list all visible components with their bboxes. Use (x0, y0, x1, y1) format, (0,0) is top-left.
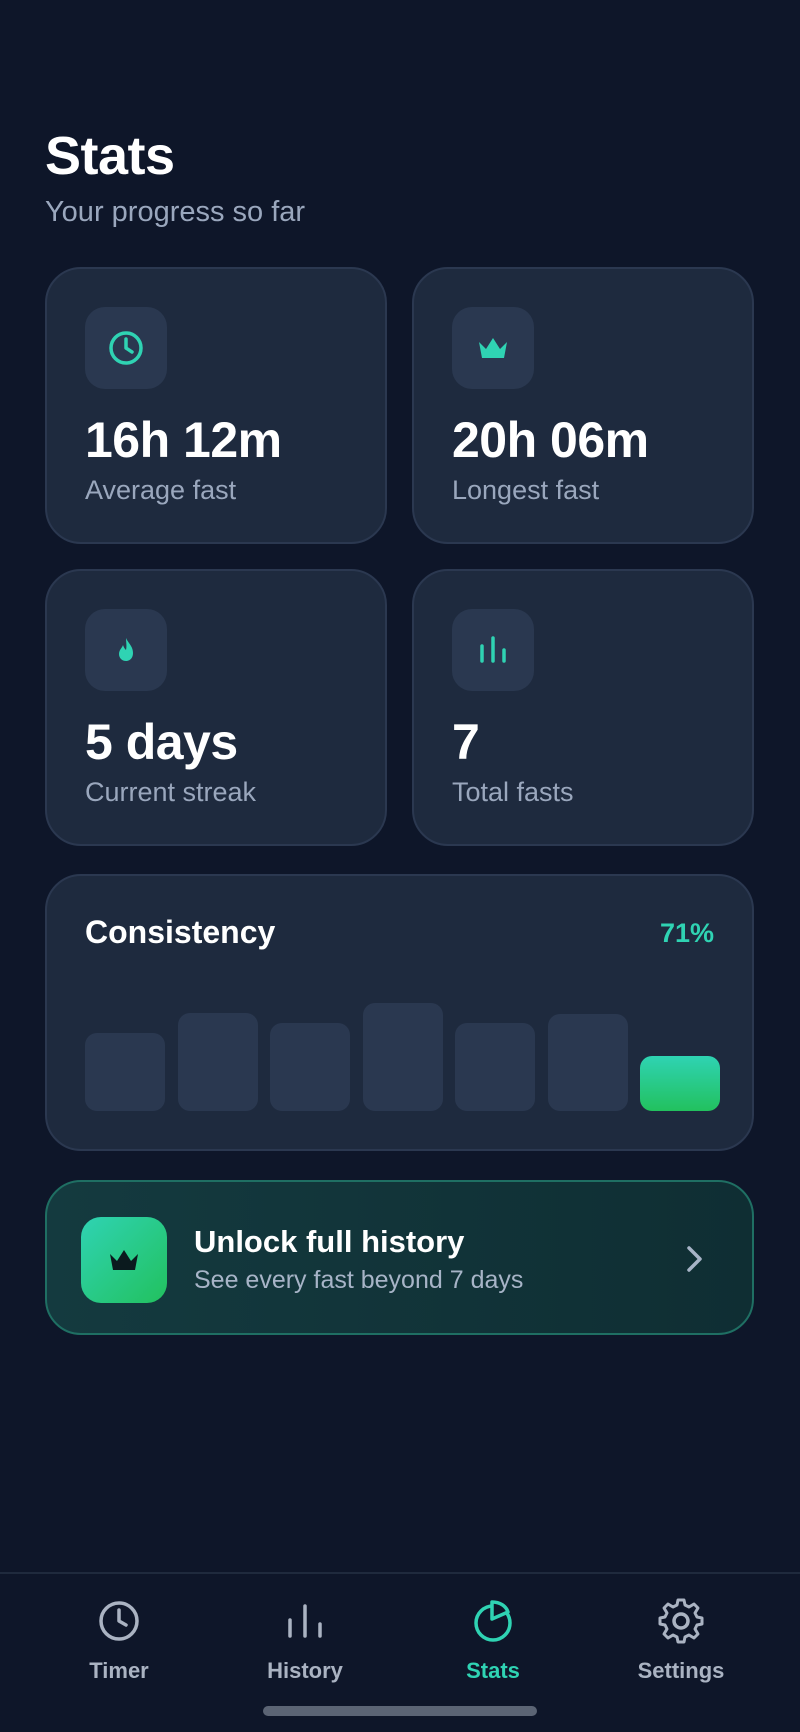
clock-icon (109, 331, 143, 365)
clock-icon (99, 1601, 139, 1641)
consistency-bar (362, 1003, 443, 1111)
stats-screen: Stats Your progress so far 16h 12m Avera… (0, 0, 800, 1732)
tab-history[interactable]: History (215, 1598, 395, 1698)
stat-value: 5 days (85, 714, 238, 770)
consistency-percent: 71% (659, 918, 714, 948)
page-subtitle: Your progress so far (45, 196, 306, 228)
tab-label: Stats (466, 1658, 520, 1683)
stat-card-total-fasts: 7 Total fasts (412, 569, 754, 846)
stat-icon-tile (452, 609, 534, 691)
consistency-bar (455, 1023, 535, 1111)
consistency-title: Consistency (85, 914, 276, 950)
stat-label: Total fasts (452, 777, 574, 807)
stat-card-average-fast: 16h 12m Average fast (45, 267, 387, 544)
stat-icon-tile (85, 307, 167, 389)
consistency-bar (85, 1033, 165, 1111)
gear-icon (658, 1598, 704, 1644)
unlock-history-banner[interactable]: Unlock full history See every fast beyon… (45, 1180, 754, 1335)
stat-icon-tile (85, 609, 167, 691)
tab-settings[interactable]: Settings (591, 1598, 771, 1698)
stat-value: 20h 06m (452, 412, 649, 468)
consistency-bar (270, 1023, 350, 1111)
pie-chart-icon (474, 1600, 512, 1642)
promo-subtitle: See every fast beyond 7 days (194, 1266, 524, 1294)
stat-card-current-streak: 5 days Current streak (45, 569, 387, 846)
stat-value: 16h 12m (85, 412, 282, 468)
stat-icon-tile (452, 307, 534, 389)
tab-label: Timer (89, 1658, 149, 1683)
stat-label: Longest fast (452, 475, 600, 505)
stat-card-longest-fast: 20h 06m Longest fast (412, 267, 754, 544)
chevron-right-icon (674, 1239, 714, 1279)
bar-chart-icon (288, 1604, 322, 1638)
tab-label: History (267, 1658, 343, 1683)
consistency-bars (85, 991, 720, 1111)
stat-value: 7 (452, 714, 480, 770)
consistency-card: Consistency 71% (45, 874, 754, 1151)
tab-label: Settings (637, 1658, 725, 1683)
promo-title: Unlock full history (194, 1224, 465, 1259)
home-indicator[interactable] (263, 1706, 537, 1716)
consistency-bar (547, 1014, 628, 1111)
page-title: Stats (45, 126, 175, 186)
consistency-bar (640, 1056, 720, 1111)
bar-chart-icon (480, 636, 506, 663)
tab-timer[interactable]: Timer (29, 1598, 209, 1698)
promo-icon-tile (81, 1217, 167, 1303)
crown-icon (110, 1250, 138, 1270)
crown-icon (479, 338, 507, 358)
stat-label: Average fast (85, 475, 237, 505)
flame-icon (119, 638, 133, 661)
consistency-bar (177, 1013, 258, 1111)
stat-label: Current streak (85, 777, 257, 807)
tab-stats[interactable]: Stats (403, 1598, 583, 1698)
